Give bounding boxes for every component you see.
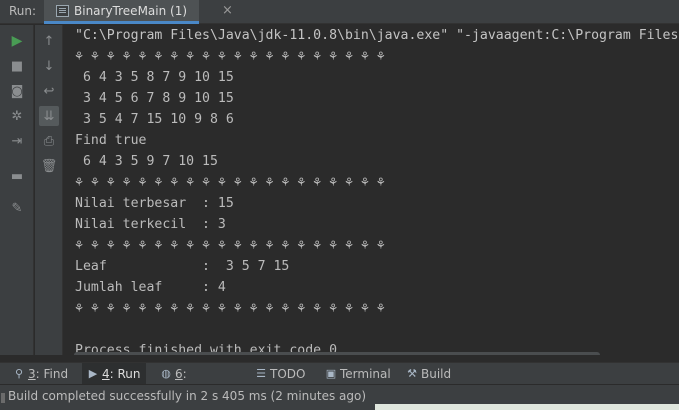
tab-build[interactable]: ⚒ Build: [401, 363, 457, 385]
console-line: 6 4 3 5 9 7 10 15: [75, 154, 218, 169]
build-icon: ⚒: [407, 367, 417, 380]
console-line: 3 4 5 6 7 8 9 10 15: [75, 91, 234, 106]
console-line: ⚘ ⚘ ⚘ ⚘ ⚘ ⚘ ⚘ ⚘ ⚘ ⚘ ⚘ ⚘ ⚘ ⚘ ⚘ ⚘ ⚘ ⚘ ⚘ ⚘: [75, 175, 385, 190]
layout-icon[interactable]: ▬: [7, 166, 27, 186]
tab-find[interactable]: ⚲ 3: Find: [8, 363, 74, 385]
tab-terminal[interactable]: ▣ Terminal: [320, 363, 392, 385]
tab-problems[interactable]: ◍6: Problems: [155, 363, 241, 403]
tab-problems-number: 6: [175, 367, 183, 381]
soft-wrap-icon[interactable]: ↩: [39, 81, 59, 101]
run-config-tab[interactable]: BinaryTreeMain (1) ×: [44, 0, 233, 24]
run-config-icon: [56, 5, 69, 17]
tab-run-label: : Run: [109, 367, 141, 381]
run-tool-window-header: Run: BinaryTreeMain (1) ×: [0, 0, 679, 24]
trash-icon[interactable]: 🗑: [39, 156, 59, 176]
run-icon: ▶: [88, 367, 98, 380]
run-config-tab-title: BinaryTreeMain (1): [74, 4, 188, 18]
tab-run[interactable]: ▶ 4: Run: [82, 363, 146, 385]
console-line: "C:\Program Files\Java\jdk-11.0.8\bin\ja…: [75, 28, 679, 43]
run-toolbar-secondary: ↑ ↓ ↩ ⇊ ⎙ 🗑: [35, 25, 63, 355]
tab-find-label: : Find: [35, 367, 69, 381]
status-indicator-icon[interactable]: [1, 393, 5, 403]
status-bar-right-area: [375, 404, 679, 410]
pin-icon[interactable]: ✎: [7, 198, 27, 218]
tab-build-label: Build: [421, 367, 452, 381]
console-output[interactable]: "C:\Program Files\Java\jdk-11.0.8\bin\ja…: [64, 25, 679, 355]
tool-window-bar: ⚲3: Find ▶4: Run ◍6: Problems ☰TODO ▣Ter…: [0, 362, 679, 403]
print-icon[interactable]: ⎙: [39, 131, 59, 151]
terminal-icon: ▣: [325, 367, 337, 380]
tab-find-number: 3: [28, 367, 36, 381]
console-line: 6 4 3 5 8 7 9 10 15: [75, 70, 234, 85]
stop-icon[interactable]: ■: [7, 56, 27, 76]
console-line: Nilai terkecil : 3: [75, 217, 226, 232]
tab-todo[interactable]: ☰ TODO: [250, 363, 310, 385]
console-line: Find true: [75, 133, 147, 148]
scroll-to-end-icon[interactable]: ⇊: [39, 106, 59, 126]
console-line: ⚘ ⚘ ⚘ ⚘ ⚘ ⚘ ⚘ ⚘ ⚘ ⚘ ⚘ ⚘ ⚘ ⚘ ⚘ ⚘ ⚘ ⚘ ⚘ ⚘: [75, 49, 385, 64]
camera-icon[interactable]: ◙: [7, 81, 27, 101]
rerun-icon[interactable]: ▶: [7, 31, 27, 51]
console-line: 3 5 4 7 15 10 9 8 6: [75, 112, 234, 127]
console-line: Leaf : 3 5 7 15: [75, 259, 290, 274]
console-line: ⚘ ⚘ ⚘ ⚘ ⚘ ⚘ ⚘ ⚘ ⚘ ⚘ ⚘ ⚘ ⚘ ⚘ ⚘ ⚘ ⚘ ⚘ ⚘ ⚘: [75, 301, 385, 316]
status-message: Build completed successfully in 2 s 405 …: [8, 389, 367, 403]
search-icon: ⚲: [14, 367, 24, 380]
status-bar: Build completed successfully in 2 s 405 …: [0, 384, 679, 410]
run-toolbar-primary: ▶ ■ ◙ ✲ ⇥ ▬ ✎: [0, 25, 34, 355]
tab-close-icon[interactable]: ×: [222, 3, 233, 18]
scroll-down-icon[interactable]: ↓: [39, 56, 59, 76]
console-horizontal-scrollbar[interactable]: [74, 352, 600, 355]
exit-icon[interactable]: ⇥: [7, 131, 27, 151]
console-line: ⚘ ⚘ ⚘ ⚘ ⚘ ⚘ ⚘ ⚘ ⚘ ⚘ ⚘ ⚘ ⚘ ⚘ ⚘ ⚘ ⚘ ⚘ ⚘ ⚘: [75, 238, 385, 253]
tab-todo-label: TODO: [270, 367, 306, 381]
tab-run-number: 4: [102, 367, 110, 381]
debug-icon[interactable]: ✲: [7, 106, 27, 126]
problems-icon: ◍: [161, 367, 171, 380]
todo-icon: ☰: [256, 367, 266, 380]
scroll-up-icon[interactable]: ↑: [39, 31, 59, 51]
console-line: Jumlah leaf : 4: [75, 280, 226, 295]
console-line: Nilai terbesar : 15: [75, 196, 234, 211]
tab-terminal-label: Terminal: [340, 367, 391, 381]
run-label: Run:: [9, 4, 37, 18]
